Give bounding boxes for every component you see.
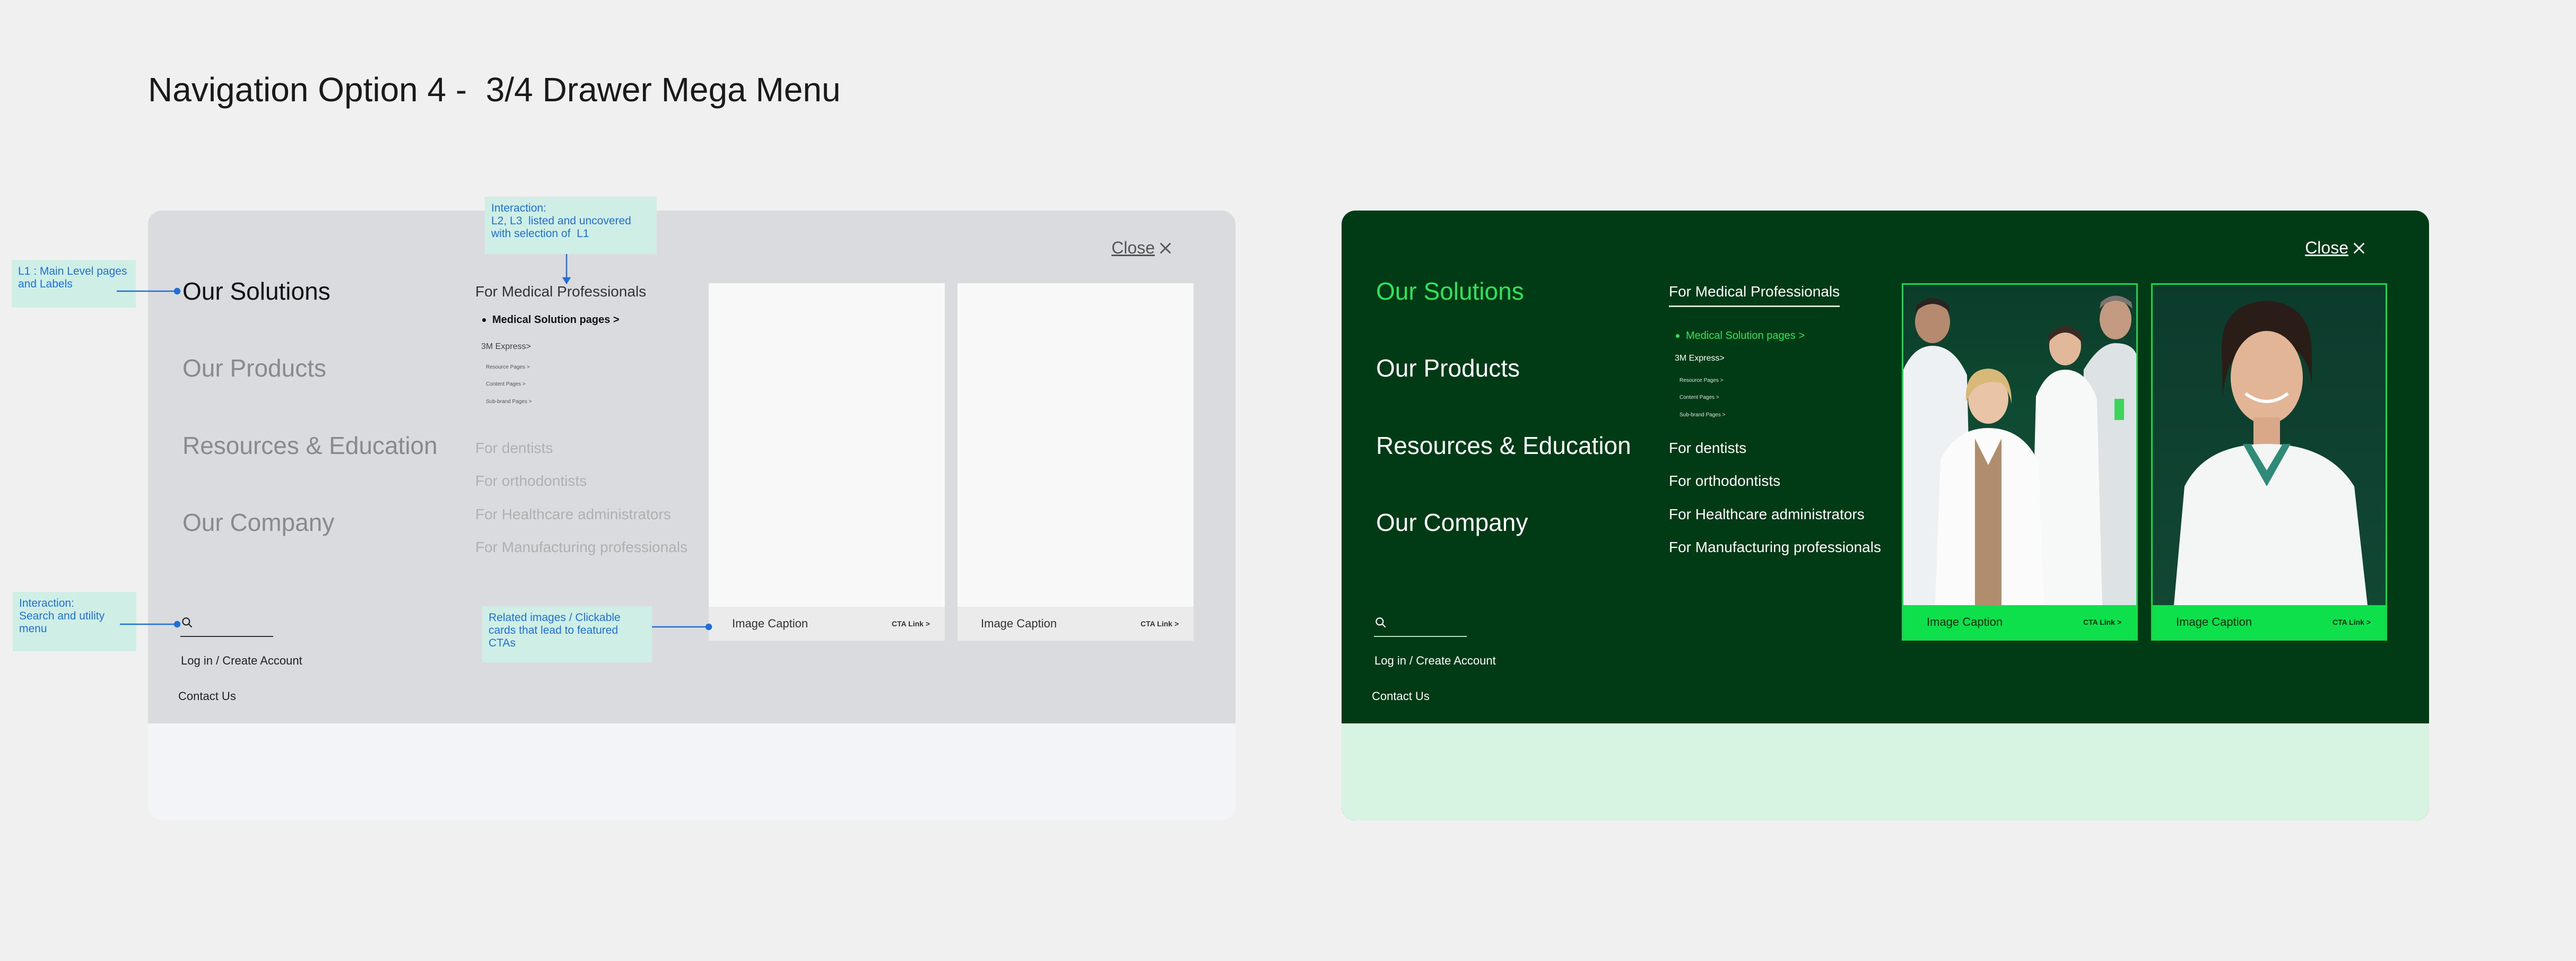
nav-item-our-products[interactable]: Our Products	[1376, 354, 1520, 382]
nav-item-our-company[interactable]: Our Company	[1376, 508, 1528, 537]
card-image-smiling-clinician	[2153, 285, 2386, 605]
close-icon	[2353, 242, 2365, 254]
login-link[interactable]: Log in / Create Account	[1374, 654, 1496, 668]
l2-link-dentists[interactable]: For dentists	[1669, 440, 1746, 457]
l3-link-3m-express[interactable]: 3M Express>	[1675, 354, 1725, 363]
page-content-area	[1342, 723, 2429, 820]
search-icon	[1376, 617, 1386, 628]
l2-link-orthodontists[interactable]: For orthodontists	[1669, 473, 1780, 490]
card-caption: Image Caption	[2176, 615, 2252, 628]
nav-item-our-solutions[interactable]: Our Solutions	[1376, 277, 1524, 305]
card-cta-link[interactable]: CTA Link >	[2083, 618, 2121, 626]
nav-item-resources-education[interactable]: Resources & Education	[1376, 431, 1631, 460]
card-caption: Image Caption	[1927, 615, 2003, 628]
bullet-icon	[1676, 334, 1679, 338]
l3-link-medical-solution-pages[interactable]: Medical Solution pages >	[1676, 330, 1805, 342]
card-image-medical-team	[1903, 285, 2136, 605]
dark-menu-panel: Close Our Solutions Our Products Resourc…	[1342, 211, 2429, 820]
l2-link-healthcare-administrators[interactable]: For Healthcare administrators	[1669, 506, 1865, 523]
contact-link[interactable]: Contact Us	[1372, 689, 1430, 703]
l3-link-resource-pages[interactable]: Resource Pages >	[1679, 378, 1724, 383]
l3-link-content-pages[interactable]: Content Pages >	[1679, 395, 1719, 400]
card-caption-bar: Image Caption CTA Link >	[2153, 605, 2386, 639]
card-caption-bar: Image Caption CTA Link >	[1903, 605, 2136, 639]
l2-heading-medical-professionals[interactable]: For Medical Professionals	[1669, 283, 1840, 307]
featured-card[interactable]: Image Caption CTA Link >	[2151, 283, 2387, 641]
card-cta-link[interactable]: CTA Link >	[2333, 618, 2371, 626]
featured-card[interactable]: Image Caption CTA Link >	[1902, 283, 2138, 641]
search-input[interactable]	[1374, 615, 1467, 637]
close-label: Close	[2305, 238, 2348, 257]
close-button[interactable]: Close	[2305, 238, 2366, 258]
l3-link-sub-brand-pages[interactable]: Sub-brand Pages >	[1679, 412, 1725, 418]
l2-link-manufacturing-professionals[interactable]: For Manufacturing professionals	[1669, 539, 1881, 556]
